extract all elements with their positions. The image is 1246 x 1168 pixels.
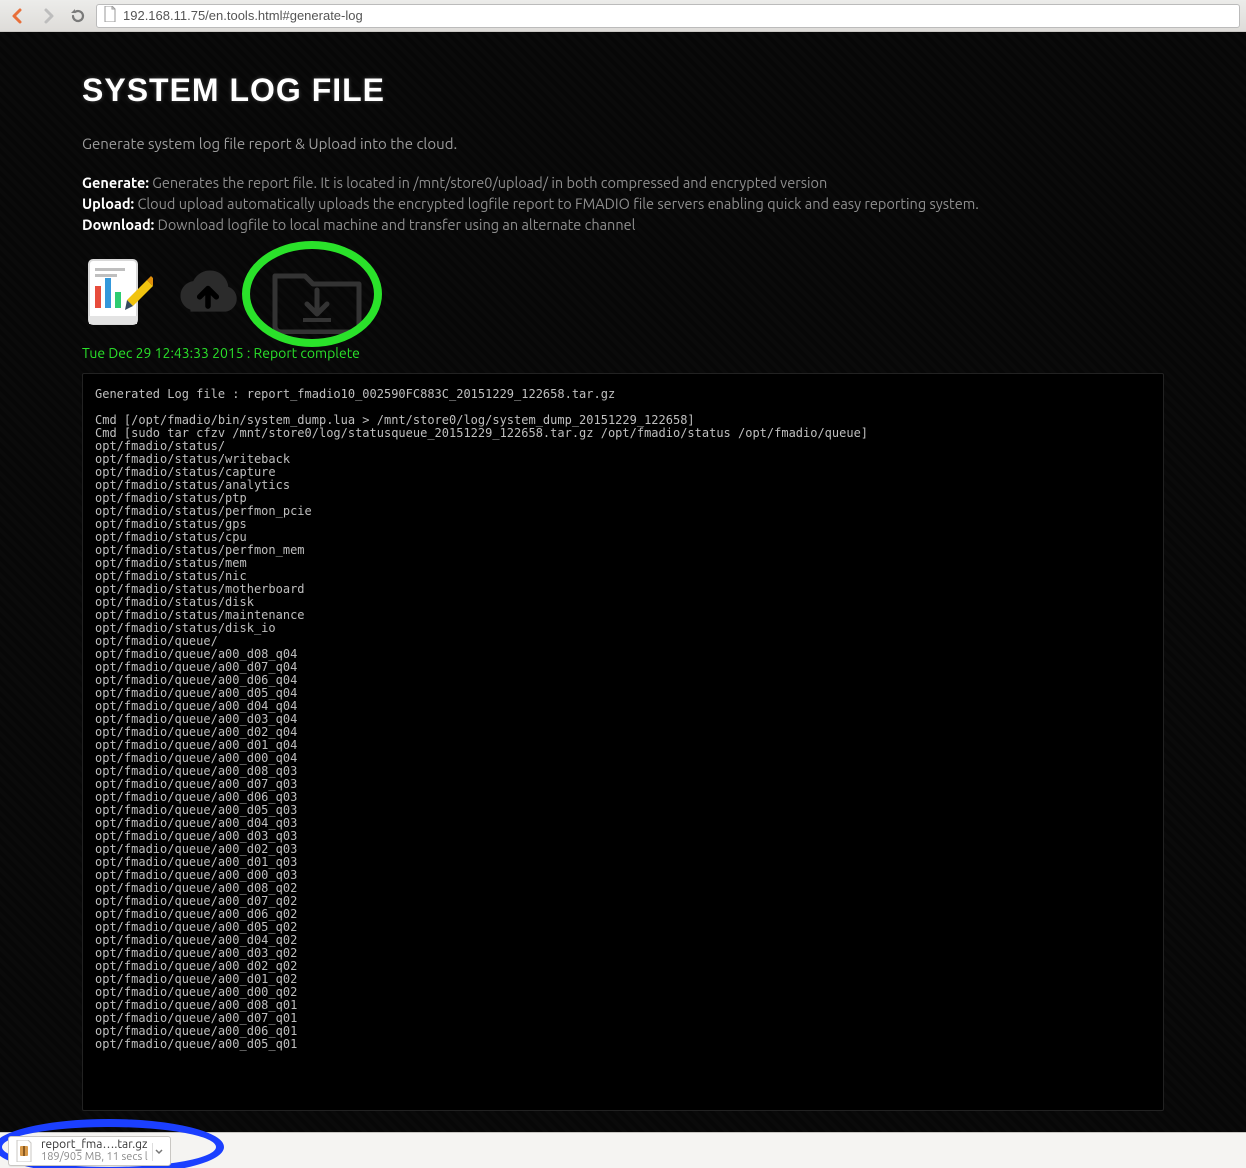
download-chip-menu[interactable] [152, 1143, 166, 1161]
cloud-upload-icon [172, 267, 244, 323]
page-subtitle: Generate system log file report & Upload… [82, 135, 1164, 152]
desc-download: Download: Download logfile to local mach… [82, 216, 1164, 233]
back-button[interactable] [6, 4, 30, 28]
action-icons-row [82, 251, 1164, 339]
url-bar[interactable] [96, 4, 1240, 28]
highlight-circle-download [242, 241, 382, 347]
archive-file-icon [15, 1140, 33, 1162]
download-filename: report_fma….tar.gz [41, 1139, 148, 1151]
page-icon [103, 6, 117, 25]
browser-toolbar [0, 0, 1246, 32]
download-bar: report_fma….tar.gz 189/905 MB, 11 secs l [0, 1132, 1246, 1168]
page-title: SYSTEM LOG FILE [82, 72, 1164, 109]
log-output[interactable]: Generated Log file : report_fmadio10_002… [82, 373, 1164, 1111]
cloud-upload-button[interactable] [172, 259, 244, 331]
description-block: Generate: Generates the report file. It … [82, 174, 1164, 233]
url-input[interactable] [123, 8, 1233, 23]
generate-report-button[interactable] [82, 259, 154, 331]
reload-button[interactable] [66, 4, 90, 28]
status-line: Tue Dec 29 12:43:33 2015 : Report comple… [82, 345, 1164, 361]
chevron-down-icon [155, 1148, 163, 1156]
report-document-icon [83, 256, 153, 334]
download-chip[interactable]: report_fma….tar.gz 189/905 MB, 11 secs l [8, 1136, 171, 1166]
forward-button[interactable] [36, 4, 60, 28]
page-content: SYSTEM LOG FILE Generate system log file… [0, 32, 1246, 1132]
desc-generate: Generate: Generates the report file. It … [82, 174, 1164, 191]
desc-upload: Upload: Cloud upload automatically uploa… [82, 195, 1164, 212]
download-progress-text: 189/905 MB, 11 secs l [41, 1151, 148, 1163]
